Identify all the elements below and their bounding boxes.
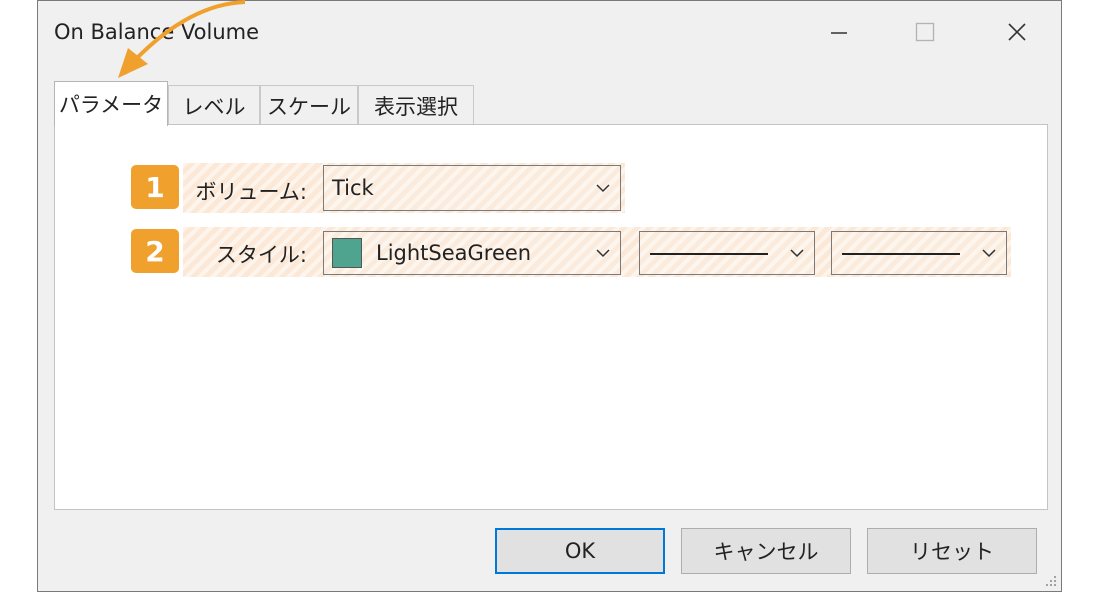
volume-label: ボリューム: bbox=[195, 180, 307, 204]
maximize-icon bbox=[915, 22, 935, 42]
callout-badge-2: 2 bbox=[131, 229, 179, 273]
line-width-sample bbox=[842, 253, 960, 255]
resize-grip-icon[interactable] bbox=[1045, 575, 1057, 587]
close-icon bbox=[1008, 23, 1026, 41]
chevron-down-icon bbox=[982, 249, 996, 258]
volume-select[interactable]: Tick bbox=[323, 165, 621, 211]
annotation-arrow-icon bbox=[118, 0, 246, 78]
chevron-down-icon bbox=[790, 249, 804, 258]
tab-visualization[interactable]: 表示選択 bbox=[358, 85, 474, 125]
minimize-icon bbox=[831, 32, 847, 34]
tab-scale[interactable]: スケール bbox=[260, 85, 358, 125]
ok-button[interactable]: OK bbox=[495, 528, 665, 574]
close-button[interactable] bbox=[994, 15, 1040, 49]
style-label: スタイル: bbox=[215, 243, 307, 267]
color-swatch bbox=[332, 238, 362, 268]
line-width-select[interactable] bbox=[831, 231, 1007, 275]
tab-parameters[interactable]: パラメータ bbox=[54, 81, 168, 126]
maximize-button[interactable] bbox=[902, 15, 948, 49]
chevron-down-icon bbox=[596, 184, 610, 193]
callout-badge-1: 1 bbox=[131, 165, 179, 209]
minimize-button[interactable] bbox=[816, 15, 862, 49]
reset-button[interactable]: リセット bbox=[867, 528, 1037, 574]
chevron-down-icon bbox=[596, 249, 610, 258]
color-select[interactable]: LightSeaGreen bbox=[323, 231, 621, 275]
line-style-select[interactable] bbox=[639, 231, 815, 275]
cancel-button[interactable]: キャンセル bbox=[681, 528, 851, 574]
volume-select-value: Tick bbox=[332, 176, 374, 200]
line-style-sample bbox=[650, 253, 768, 255]
tab-levels[interactable]: レベル bbox=[168, 85, 260, 125]
color-select-value: LightSeaGreen bbox=[376, 241, 532, 265]
parameters-panel: 1 ボリューム: Tick 2 スタイル: LightSeaGreen bbox=[54, 124, 1048, 510]
